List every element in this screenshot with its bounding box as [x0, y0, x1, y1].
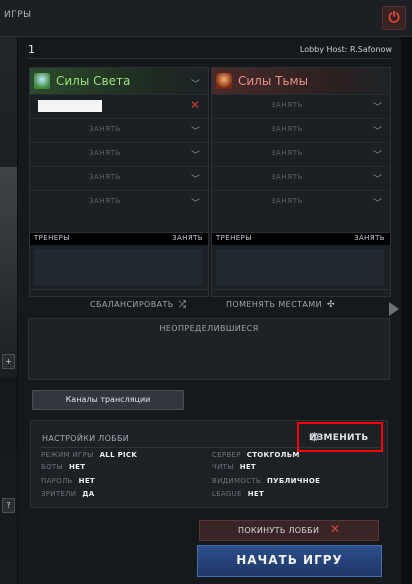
chevron-down-icon[interactable]: ﹀ — [373, 172, 382, 185]
top-bar: ИГРЫ ⏻ — [0, 0, 412, 37]
player-name-redacted — [38, 100, 102, 112]
take-slot-label[interactable]: ЗАНЯТЬ — [30, 149, 180, 157]
dire-slot-3[interactable]: ЗАНЯТЬ ﹀ — [212, 142, 390, 166]
setting-league: LEAGUE НЕТ — [212, 490, 265, 498]
setting-bots: БОТЫ НЕТ — [41, 463, 86, 471]
setting-visibility: ВИДИМОСТЬ ПУБЛИЧНОЕ — [212, 477, 321, 485]
take-coach-button[interactable]: ЗАНЯТЬ — [172, 234, 203, 242]
lobby-settings-title: НАСТРОЙКИ ЛОББИ — [42, 434, 130, 443]
dire-coaches: ТРЕНЕРЫ ЗАНЯТЬ — [211, 232, 391, 290]
coaches-label: ТРЕНЕРЫ — [34, 234, 70, 242]
gear-icon: ⚙ — [309, 430, 321, 444]
balance-label: СБАЛАНСИРОВАТЬ — [90, 300, 174, 309]
coach-slot[interactable] — [34, 249, 202, 285]
leave-lobby-button[interactable]: ПОКИНУТЬ ЛОББИ ✕ — [199, 520, 379, 541]
dire-slot-5[interactable]: ЗАНЯТЬ ﹀ — [212, 190, 390, 214]
radiant-team-icon — [34, 73, 50, 89]
take-coach-button[interactable]: ЗАНЯТЬ — [354, 234, 385, 242]
close-icon: ✕ — [330, 522, 341, 536]
setting-password: ПАРОЛЬ НЕТ — [41, 477, 95, 485]
kick-icon[interactable]: ✕ — [190, 98, 200, 112]
lobby-name: 1 — [28, 43, 35, 56]
radiant-coaches: ТРЕНЕРЫ ЗАНЯТЬ — [29, 232, 209, 290]
chevron-down-icon[interactable]: ﹀ — [373, 124, 382, 137]
dire-slot-1[interactable]: ЗАНЯТЬ ﹀ — [212, 94, 390, 118]
chevron-down-icon[interactable]: ﹀ — [191, 77, 200, 90]
undecided-players: НЕОПРЕДЕЛИВШИЕСЯ — [28, 318, 390, 380]
dire-header: Силы Тьмы — [212, 68, 390, 94]
power-icon[interactable]: ⏻ — [382, 6, 406, 30]
radiant-team-name: Силы Света — [56, 74, 131, 88]
take-slot-label[interactable]: ЗАНЯТЬ — [30, 125, 180, 133]
start-label: НАЧАТЬ ИГРУ — [236, 553, 343, 567]
radiant-slot-2[interactable]: ЗАНЯТЬ ﹀ — [30, 118, 208, 142]
left-strip: + ? — [0, 37, 17, 584]
chevron-down-icon[interactable]: ﹀ — [191, 196, 200, 209]
chevron-down-icon[interactable]: ﹀ — [373, 100, 382, 113]
chevron-down-icon[interactable]: ﹀ — [373, 148, 382, 161]
swap-button[interactable]: ПОМЕНЯТЬ МЕСТАМИ ✣ — [226, 300, 335, 310]
swap-icon: ✣ — [326, 300, 335, 310]
take-slot-label[interactable]: ЗАНЯТЬ — [30, 197, 180, 205]
coaches-label: ТРЕНЕРЫ — [216, 234, 252, 242]
shuffle-icon: ⤮ — [178, 300, 187, 310]
chevron-down-icon[interactable]: ﹀ — [191, 124, 200, 137]
setting-cheats: ЧИТЫ НЕТ — [212, 463, 257, 471]
take-slot-label[interactable]: ЗАНЯТЬ — [212, 197, 362, 205]
lobby-host: Lobby Host: R.Safonow — [299, 45, 392, 54]
broadcast-channels-button[interactable]: Каналы трансляции — [32, 390, 184, 410]
add-button[interactable]: + — [2, 354, 15, 369]
take-slot-label[interactable]: ЗАНЯТЬ — [212, 101, 362, 109]
dire-team-name: Силы Тьмы — [238, 74, 309, 88]
swap-label: ПОМЕНЯТЬ МЕСТАМИ — [226, 300, 322, 309]
background-image — [0, 167, 17, 377]
start-game-button[interactable]: НАЧАТЬ ИГРУ — [197, 545, 382, 577]
chevron-down-icon[interactable]: ﹀ — [191, 148, 200, 161]
coaches-header: ТРЕНЕРЫ ЗАНЯТЬ — [30, 233, 208, 245]
radiant-header: Силы Света ﹀ — [30, 68, 208, 94]
take-slot-label[interactable]: ЗАНЯТЬ — [212, 173, 362, 181]
take-slot-label[interactable]: ЗАНЯТЬ — [212, 149, 362, 157]
radiant-slot-1[interactable]: ✕ — [30, 94, 208, 118]
chevron-down-icon[interactable]: ﹀ — [373, 196, 382, 209]
coach-slot[interactable] — [216, 249, 384, 285]
dire-slot-2[interactable]: ЗАНЯТЬ ﹀ — [212, 118, 390, 142]
setting-spectators: ЗРИТЕЛИ ДА — [41, 490, 95, 498]
leave-label: ПОКИНУТЬ ЛОББИ — [238, 526, 320, 535]
dire-team-icon — [216, 73, 232, 89]
undecided-label: НЕОПРЕДЕЛИВШИЕСЯ — [159, 324, 259, 333]
radiant-slot-5[interactable]: ЗАНЯТЬ ﹀ — [30, 190, 208, 214]
play-arrow-icon[interactable] — [389, 302, 399, 316]
help-button[interactable]: ? — [2, 498, 15, 513]
take-slot-label[interactable]: ЗАНЯТЬ — [212, 125, 362, 133]
coaches-header: ТРЕНЕРЫ ЗАНЯТЬ — [212, 233, 390, 245]
take-slot-label[interactable]: ЗАНЯТЬ — [30, 173, 180, 181]
chevron-down-icon[interactable]: ﹀ — [191, 172, 200, 185]
balance-button[interactable]: СБАЛАНСИРОВАТЬ ⤮ — [90, 300, 186, 310]
dire-slot-4[interactable]: ЗАНЯТЬ ﹀ — [212, 166, 390, 190]
setting-server: СЕРВЕР СТОКГОЛЬМ — [212, 451, 300, 459]
radiant-slot-4[interactable]: ЗАНЯТЬ ﹀ — [30, 166, 208, 190]
divider — [28, 58, 391, 59]
setting-game-mode: РЕЖИМ ИГРЫ ALL PICK — [41, 451, 138, 459]
radiant-slot-3[interactable]: ЗАНЯТЬ ﹀ — [30, 142, 208, 166]
games-tab[interactable]: ИГРЫ — [4, 10, 32, 20]
change-settings-button[interactable]: ИЗМЕНИТЬ ⚙ — [297, 422, 383, 452]
